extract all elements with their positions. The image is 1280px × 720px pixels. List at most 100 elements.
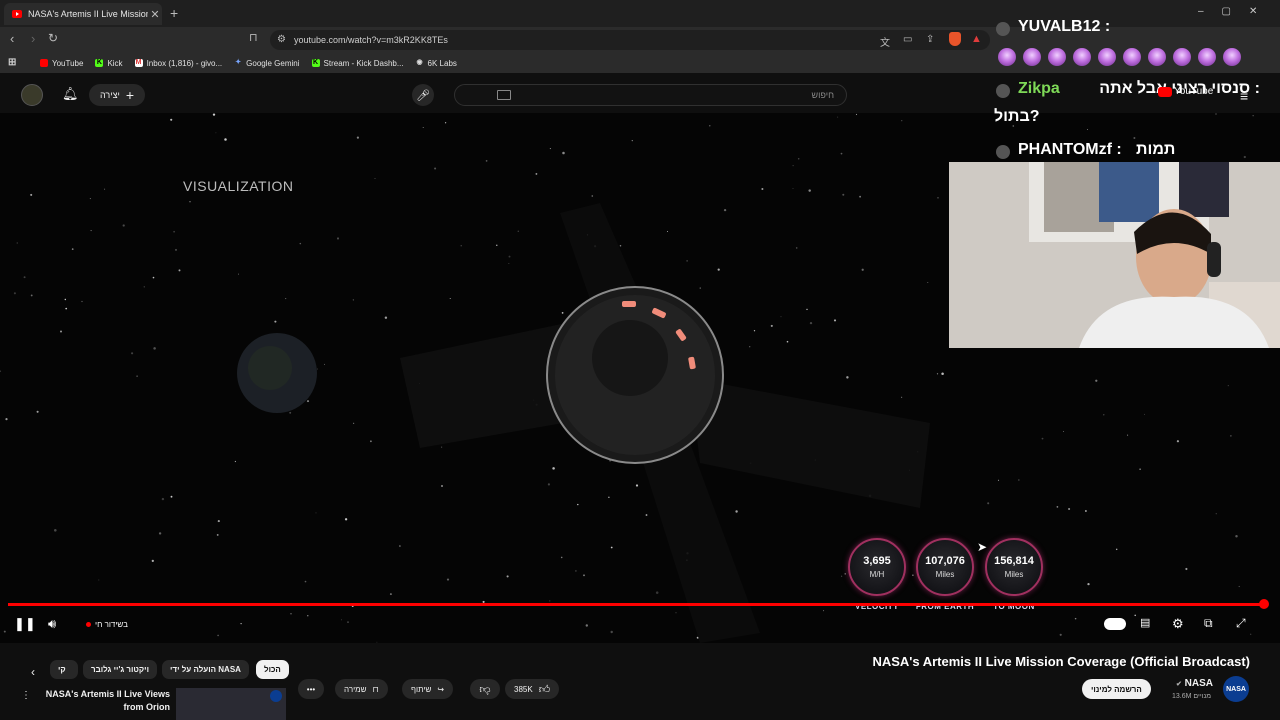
volume-icon[interactable]: 🔊︎ [48, 616, 56, 632]
chat-message: תמות [1136, 141, 1176, 158]
live-indicator[interactable]: בשידור חי [86, 620, 128, 629]
close-tab-icon[interactable]: ✕ [148, 8, 162, 21]
create-label: יצירה [99, 90, 120, 100]
from-earth-value: 107,076 [925, 555, 965, 567]
verified-icon: ✔ [1176, 681, 1182, 688]
notifications-bell-icon[interactable]: 🔔︎ [62, 86, 79, 102]
browser-tab-active[interactable]: NASA's Artemis II Live Mission C ✕ [4, 3, 162, 25]
emote-icon [1173, 48, 1191, 66]
to-moon-value: 156,814 [994, 555, 1034, 567]
rewards-icon[interactable]: ▲ [971, 33, 982, 45]
create-button[interactable]: יצירה + [89, 84, 145, 106]
chat-username: Zikpa [1018, 80, 1060, 97]
share-page-icon[interactable]: ⇪ [926, 34, 934, 45]
save-icon: ⊓ [372, 684, 379, 694]
from-earth-gauge: 107,076 Miles [916, 538, 974, 596]
kick-icon: K [311, 59, 320, 67]
chat-avatar [996, 84, 1010, 98]
translate-icon[interactable]: 文 [880, 34, 890, 49]
share-button[interactable]: שיתוף ↪ [402, 679, 454, 699]
progress-bar[interactable] [8, 603, 1264, 606]
more-actions-button[interactable]: ••• [298, 679, 324, 699]
chat-avatar [996, 145, 1010, 159]
youtube-logo-icon [1158, 86, 1172, 97]
site-info-icon[interactable]: ⚙ [277, 34, 286, 45]
emote-icon [1098, 48, 1116, 66]
chat-username: YUVALB12 : [1018, 18, 1111, 35]
video-title: NASA's Artemis II Live Mission Coverage … [872, 654, 1250, 669]
emote-icon [1048, 48, 1066, 66]
channel-name[interactable]: ✔ NASA [1176, 678, 1213, 689]
emote-icon [1148, 48, 1166, 66]
bookmark-kick-dashboard[interactable]: K Stream - Kick Dashb... [311, 59, 404, 68]
keyboard-icon[interactable] [497, 90, 511, 100]
reload-icon[interactable]: ↻ [48, 31, 58, 45]
voice-search-icon[interactable]: 🎤︎ [412, 84, 434, 106]
search-input[interactable]: חיפוש [454, 84, 847, 106]
bookmark-kick[interactable]: K Kick [95, 59, 123, 68]
chip-more[interactable]: קי [50, 660, 78, 679]
live-dot-icon [86, 622, 91, 627]
share-icon: ↪ [437, 684, 445, 694]
forward-icon[interactable]: › [31, 31, 35, 46]
cast-icon[interactable]: ▭ [903, 34, 912, 45]
pause-icon[interactable]: ❚❚ [14, 616, 36, 632]
window-controls[interactable]: –▢✕ [1198, 6, 1275, 17]
chip-all[interactable]: הכול [256, 660, 289, 679]
emote-icon [1073, 48, 1091, 66]
search-placeholder: חיפוש [811, 90, 834, 100]
youtube-logo[interactable]: YouTube [1158, 86, 1213, 97]
related-video-thumbnail[interactable] [176, 688, 286, 720]
back-icon[interactable]: ‹ [10, 31, 14, 46]
chip-victor-glover[interactable]: ויקטור ג'יי גלובר [83, 660, 157, 679]
related-video-title[interactable]: NASA's Artemis II Live Views from Orion [40, 688, 170, 714]
nasa-logo[interactable]: NASA [1223, 676, 1249, 702]
chips-scroll-left-icon[interactable]: ‹ [31, 665, 35, 679]
subscriber-count: 13.6M מנויים [1172, 693, 1212, 700]
emote-icon [1198, 48, 1216, 66]
tab-title: NASA's Artemis II Live Mission C [28, 9, 148, 19]
settings-gear-icon[interactable]: ⚙ [1172, 616, 1184, 632]
dislike-button[interactable]: 👎︎ [470, 679, 500, 699]
subscribe-button[interactable]: הרשמה למינוי [1082, 679, 1151, 699]
subtitles-icon[interactable]: ▤ [1140, 616, 1150, 629]
save-label: שמירה [344, 684, 367, 694]
gemini-icon: ✦ [235, 59, 242, 66]
emote-icon [1023, 48, 1041, 66]
velocity-value: 3,695 [863, 555, 891, 567]
emote-row [998, 48, 1248, 71]
bookmark-page-icon[interactable]: ⊓ [249, 31, 258, 44]
new-tab-button[interactable]: + [170, 5, 178, 21]
avatar[interactable] [21, 84, 43, 106]
save-button[interactable]: שמירה ⊓ [335, 679, 388, 699]
youtube-favicon-icon [12, 10, 22, 18]
bookmark-gemini[interactable]: ✦ Google Gemini [234, 59, 299, 68]
plus-icon: + [125, 87, 134, 103]
fullscreen-icon[interactable]: ⤢ [1236, 616, 1246, 631]
apps-icon[interactable]: ⊞ [8, 58, 20, 68]
autoplay-toggle[interactable] [1104, 618, 1126, 630]
chip-uploaded-by-nasa[interactable]: הועלה על ידי NASA [162, 660, 249, 679]
gmail-icon: M [134, 59, 143, 67]
bookmark-6k-labs[interactable]: ◉ 6K Labs [416, 59, 456, 68]
like-button[interactable]: 385K 👍︎ [505, 679, 560, 699]
emote-icon [1123, 48, 1141, 66]
thumbs-up-icon: 👍︎ [538, 683, 551, 696]
related-more-icon[interactable]: ⋮ [21, 690, 31, 701]
to-moon-unit: Miles [1004, 570, 1024, 579]
live-label: בשידור חי [95, 620, 128, 629]
chat-message: בתול? [994, 108, 1040, 125]
miniplayer-icon[interactable]: ⧉ [1204, 616, 1213, 631]
from-earth-unit: Miles [935, 570, 955, 579]
labs-icon: ◉ [416, 59, 423, 66]
brave-shield-icon[interactable] [949, 32, 961, 46]
share-label: שיתוף [411, 684, 432, 694]
bookmark-youtube[interactable]: YouTube [40, 59, 83, 68]
like-count: 385K [514, 684, 533, 694]
progress-scrubber[interactable] [1259, 599, 1269, 609]
bookmark-inbox[interactable]: M Inbox (1,816) - givo... [134, 59, 222, 68]
emote-icon [998, 48, 1016, 66]
chat-avatar [996, 22, 1010, 36]
velocity-unit: M/H [869, 570, 885, 579]
youtube-icon [40, 59, 48, 67]
